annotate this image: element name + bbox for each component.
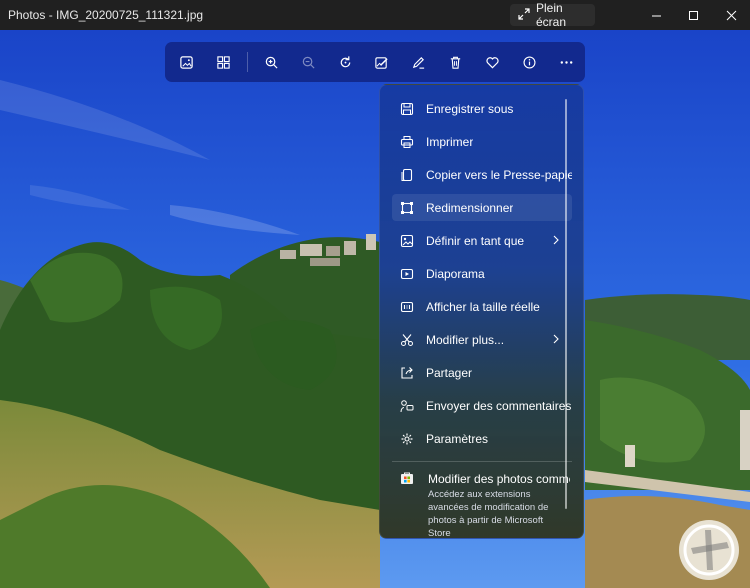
save-icon [400, 102, 414, 116]
menu-item-copy[interactable]: Copier vers le Presse-papiers [392, 161, 572, 188]
edit-image-icon [375, 56, 389, 69]
photo-view-icon [180, 55, 193, 69]
menu-item-actual-size[interactable]: Afficher la taille réelle [392, 293, 572, 320]
title-bar: Photos - IMG_20200725_111321.jpg Plein é… [0, 0, 750, 30]
set-as-icon [400, 234, 414, 248]
menu-item-label: Imprimer [426, 134, 474, 149]
markup-button[interactable] [400, 45, 437, 79]
window-title: Photos - IMG_20200725_111321.jpg [8, 8, 204, 22]
photo-canvas[interactable] [0, 30, 750, 588]
print-icon [400, 135, 414, 149]
resize-icon [400, 201, 414, 215]
photo-toolbar [165, 42, 585, 82]
menu-item-print[interactable]: Imprimer [392, 128, 572, 155]
store-promo-title: Modifier des photos comme [428, 472, 570, 486]
menu-item-label: Diaporama [426, 266, 485, 281]
site-logo-watermark [679, 520, 739, 580]
maximize-button[interactable] [673, 0, 713, 30]
maximize-icon [688, 10, 698, 20]
minimize-button[interactable] [636, 0, 676, 30]
fullscreen-label: Plein écran [536, 1, 567, 29]
zoom-out-icon [302, 56, 315, 69]
close-button[interactable] [711, 0, 750, 30]
edit-image-button[interactable] [364, 45, 401, 79]
gallery-icon [217, 55, 230, 69]
menu-item-set-as[interactable]: Définir en tant que [392, 227, 572, 254]
menu-item-label: Afficher la taille réelle [426, 299, 540, 314]
favorite-button[interactable] [474, 45, 511, 79]
menu-item-share[interactable]: Partager [392, 359, 572, 386]
info-icon [523, 55, 536, 69]
menu-item-label: Copier vers le Presse-papiers [426, 167, 572, 182]
menu-item-settings[interactable]: Paramètres [392, 425, 572, 452]
menu-divider [392, 461, 572, 462]
favorite-icon [486, 56, 499, 69]
store-promo-description: Accédez aux extensions avancées de modif… [428, 489, 549, 539]
copy-icon [400, 168, 414, 182]
fullscreen-icon [518, 7, 530, 23]
more-options-menu: Enregistrer sous Imprimer Copier vers le… [379, 84, 584, 539]
chevron-right-icon [553, 235, 559, 245]
feedback-icon [400, 399, 414, 413]
microsoft-store-icon [401, 472, 413, 484]
menu-item-label: Définir en tant que [426, 233, 525, 248]
edit-more-icon [400, 333, 414, 347]
menu-item-save-as[interactable]: Enregistrer sous [392, 95, 572, 122]
menu-item-edit-more[interactable]: Modifier plus... [392, 326, 572, 353]
delete-button[interactable] [437, 45, 474, 79]
share-icon [400, 366, 414, 380]
menu-item-label: Envoyer des commentaires [426, 398, 572, 413]
menu-item-label: Modifier plus... [426, 332, 505, 347]
fullscreen-button[interactable]: Plein écran [510, 1, 595, 29]
close-icon [726, 10, 736, 20]
delete-icon [451, 56, 461, 69]
more-button[interactable] [548, 45, 585, 79]
store-promo-item[interactable]: Modifier des photos comme Accédez aux ex… [392, 468, 570, 539]
photo-view-button[interactable] [168, 45, 205, 79]
zoom-in-button[interactable] [253, 45, 290, 79]
settings-icon [400, 432, 414, 446]
menu-item-slideshow[interactable]: Diaporama [392, 260, 572, 287]
markup-icon [413, 56, 425, 69]
rotate-button[interactable] [327, 45, 364, 79]
rotate-icon [340, 55, 350, 67]
menu-item-label: Redimensionner [426, 200, 514, 215]
chevron-right-icon [553, 334, 559, 344]
menu-item-feedback[interactable]: Envoyer des commentaires [392, 392, 572, 419]
menu-item-label: Enregistrer sous [426, 101, 514, 116]
menu-item-resize[interactable]: Redimensionner [392, 194, 572, 221]
zoom-out-button[interactable] [290, 45, 327, 79]
toolbar-divider [246, 52, 248, 72]
actual-size-icon [400, 300, 414, 314]
menu-scrollbar[interactable] [565, 99, 567, 509]
gallery-button[interactable] [205, 45, 242, 79]
slideshow-icon [400, 267, 414, 281]
info-button[interactable] [511, 45, 548, 79]
menu-item-label: Partager [426, 365, 473, 380]
minimize-icon [651, 15, 661, 16]
more-icon [560, 60, 573, 64]
zoom-in-icon [265, 56, 278, 69]
menu-item-label: Paramètres [426, 431, 489, 446]
